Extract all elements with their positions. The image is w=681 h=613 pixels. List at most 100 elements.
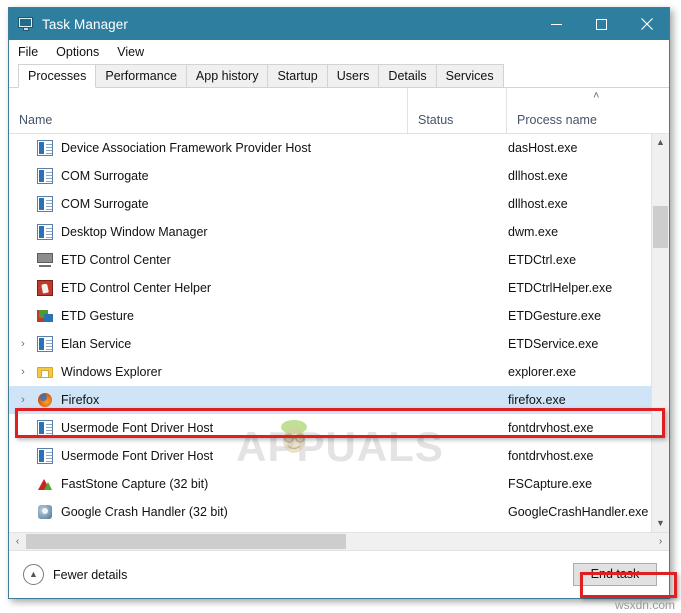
scroll-left-icon[interactable]: ‹ xyxy=(9,533,26,550)
horizontal-scrollbar-thumb[interactable] xyxy=(26,534,346,549)
table-row[interactable]: › ETD Gesture ETDGesture.exe xyxy=(9,302,651,330)
vertical-scrollbar[interactable]: ▲ ▼ xyxy=(651,134,669,532)
tab-details[interactable]: Details xyxy=(378,64,437,87)
column-header-row: Name Status ˄ Process name xyxy=(9,88,669,134)
fewer-details-button[interactable]: ▲ Fewer details xyxy=(23,564,127,585)
firefox-icon xyxy=(37,392,53,408)
generic-process-icon xyxy=(37,224,53,240)
row-name-label: ETD Gesture xyxy=(61,309,134,323)
row-name-label: ETD Control Center xyxy=(61,253,171,267)
scroll-up-icon[interactable]: ▲ xyxy=(652,134,669,151)
end-task-button[interactable]: End task xyxy=(573,563,657,586)
row-name-cell: › Elan Service xyxy=(9,336,407,352)
column-header-process-name[interactable]: ˄ Process name xyxy=(506,88,669,133)
chevron-right-icon: › xyxy=(15,311,31,322)
column-header-status[interactable]: Status xyxy=(407,88,506,133)
process-list-area: APPUALS › Device Association Fram xyxy=(9,134,669,532)
faststone-icon xyxy=(37,476,53,492)
tab-startup[interactable]: Startup xyxy=(267,64,328,87)
horizontal-scrollbar[interactable]: ‹ › xyxy=(9,532,669,550)
menu-item-view[interactable]: View xyxy=(117,45,144,59)
row-name-cell: › ETD Control Center Helper xyxy=(9,280,407,296)
table-row[interactable]: › FastStone Capture (32 bit) FSCapture.e… xyxy=(9,470,651,498)
table-row[interactable]: › Google Crash Handler (32 bit) GoogleCr… xyxy=(9,498,651,526)
vertical-scrollbar-thumb[interactable] xyxy=(653,206,668,248)
menu-item-file[interactable]: File xyxy=(18,45,38,59)
row-name-label: COM Surrogate xyxy=(61,169,149,183)
tab-services[interactable]: Services xyxy=(435,64,504,87)
chevron-right-icon: › xyxy=(15,143,31,154)
tab-app-history[interactable]: App history xyxy=(185,64,269,87)
minimize-icon[interactable] xyxy=(534,8,579,40)
table-row[interactable]: › COM Surrogate dllhost.exe xyxy=(9,162,651,190)
row-process-cell: fontdrvhost.exe xyxy=(508,421,594,435)
tab-processes[interactable]: Processes xyxy=(18,64,97,88)
monitor-icon xyxy=(37,252,53,268)
gesture-icon xyxy=(37,308,53,324)
chevron-right-icon[interactable]: › xyxy=(15,338,31,350)
window-title: Task Manager xyxy=(42,16,128,32)
footer-bar: ▲ Fewer details End task xyxy=(9,550,669,598)
table-row[interactable]: › ETD Control Center ETDCtrl.exe xyxy=(9,246,651,274)
table-row[interactable]: › Usermode Font Driver Host fontdrvhost.… xyxy=(9,414,651,442)
row-process-cell: ETDCtrlHelper.exe xyxy=(508,281,613,295)
maximize-icon[interactable] xyxy=(579,8,624,40)
row-name-label: Elan Service xyxy=(61,337,132,351)
row-process-cell: dllhost.exe xyxy=(508,197,568,211)
row-name-label: Firefox xyxy=(61,393,100,407)
tab-performance[interactable]: Performance xyxy=(95,64,187,87)
table-row[interactable]: › Usermode Font Driver Host fontdrvhost.… xyxy=(9,442,651,470)
row-name-cell: › Usermode Font Driver Host xyxy=(9,448,407,464)
menu-bar: File Options View xyxy=(9,40,669,63)
row-name-label: Usermode Font Driver Host xyxy=(61,421,214,435)
table-row[interactable]: › Elan Service ETDService.exe xyxy=(9,330,651,358)
row-name-cell: › ETD Control Center xyxy=(9,252,407,268)
chevron-up-circle-icon: ▲ xyxy=(23,564,44,585)
row-process-cell: dwm.exe xyxy=(508,225,559,239)
row-name-label: FastStone Capture (32 bit) xyxy=(61,477,209,491)
row-name-label: ETD Control Center Helper xyxy=(61,281,212,295)
row-process-cell: FSCapture.exe xyxy=(508,477,593,491)
table-row[interactable]: › Windows Explorer explorer.exe xyxy=(9,358,651,386)
row-name-label: Google Crash Handler (32 bit) xyxy=(61,505,228,519)
column-header-name[interactable]: Name xyxy=(9,88,407,133)
chevron-right-icon: › xyxy=(15,227,31,238)
generic-process-icon xyxy=(37,140,53,156)
hand-pointer-icon xyxy=(37,280,53,296)
column-header-process-name-label: Process name xyxy=(517,113,597,127)
row-name-cell: › ETD Gesture xyxy=(9,308,407,324)
title-bar: Task Manager xyxy=(9,8,669,40)
process-list[interactable]: APPUALS › Device Association Fram xyxy=(9,134,651,532)
table-row-firefox-selected[interactable]: › Firefox firefox.exe xyxy=(9,386,651,414)
row-name-cell: › COM Surrogate xyxy=(9,168,407,184)
row-process-cell: GoogleCrashHandler.exe xyxy=(508,505,649,519)
row-name-cell: › Usermode Font Driver Host xyxy=(9,420,407,436)
task-manager-window: Task Manager File Options View Processes… xyxy=(8,7,677,599)
chevron-right-icon: › xyxy=(15,507,31,518)
folder-icon xyxy=(37,364,53,380)
row-name-label: Desktop Window Manager xyxy=(61,225,208,239)
end-task-area: End task xyxy=(573,563,657,586)
scroll-down-icon[interactable]: ▼ xyxy=(652,515,669,532)
row-name-cell: › Desktop Window Manager xyxy=(9,224,407,240)
table-row[interactable]: › Device Association Framework Provider … xyxy=(9,134,651,162)
tab-users[interactable]: Users xyxy=(326,64,380,87)
table-row[interactable]: › Desktop Window Manager dwm.exe xyxy=(9,218,651,246)
chevron-right-icon: › xyxy=(15,255,31,266)
row-name-cell: › Device Association Framework Provider … xyxy=(9,140,407,156)
chevron-right-icon: › xyxy=(15,283,31,294)
chevron-right-icon[interactable]: › xyxy=(15,366,31,378)
row-name-label: Usermode Font Driver Host xyxy=(61,449,214,463)
table-row[interactable]: › COM Surrogate dllhost.exe xyxy=(9,190,651,218)
generic-process-icon xyxy=(37,336,53,352)
chevron-right-icon[interactable]: › xyxy=(15,394,31,406)
task-manager-icon xyxy=(18,16,34,32)
generic-process-icon xyxy=(37,420,53,436)
wsxdn-watermark: wsxdn.com xyxy=(614,598,675,612)
row-process-cell: ETDCtrl.exe xyxy=(508,253,577,267)
close-icon[interactable] xyxy=(624,8,669,40)
menu-item-options[interactable]: Options xyxy=(56,45,99,59)
table-row[interactable]: › ETD Control Center Helper ETDCtrlHelpe… xyxy=(9,274,651,302)
row-name-label: COM Surrogate xyxy=(61,197,149,211)
scroll-right-icon[interactable]: › xyxy=(652,533,669,550)
